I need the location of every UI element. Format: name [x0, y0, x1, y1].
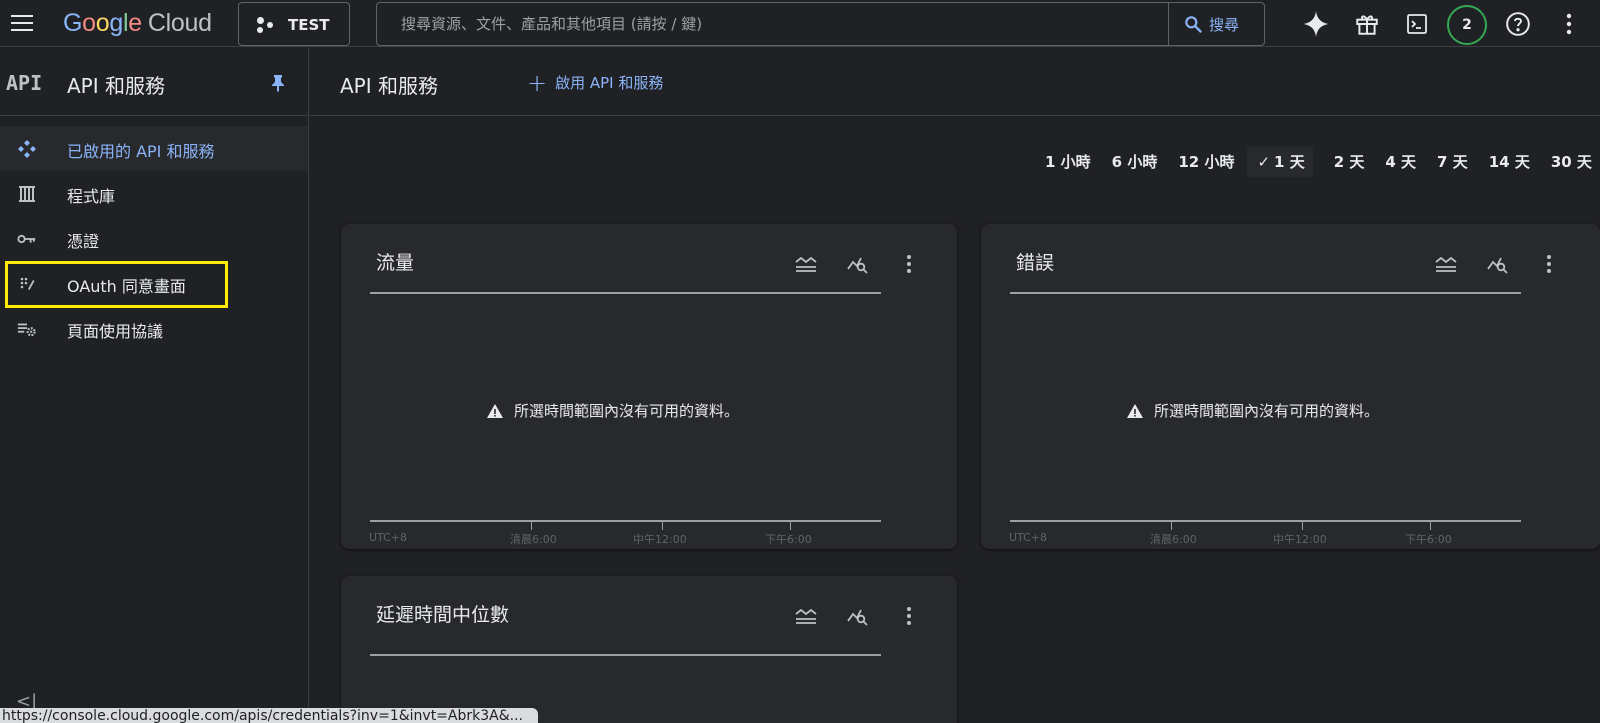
range-option[interactable]: 14 天 [1489, 147, 1530, 177]
sidebar: API API 和服務 已啟用的 API 和服務 程式庫 憑證 OAuth 同意… [0, 48, 309, 723]
axis-label: UTC+8 [1009, 531, 1048, 544]
axis-tick [662, 522, 663, 530]
divider [370, 292, 881, 294]
errors-card: 錯誤 所選時間範圍內沒有可用的資料。 UTC+8 清晨6:00 中午12:00 … [981, 224, 1600, 549]
gemini-sparkle-icon[interactable] [1302, 10, 1330, 38]
pin-icon[interactable] [270, 74, 286, 96]
highlight-box [5, 261, 228, 308]
status-bar-url: https://console.cloud.google.com/apis/cr… [0, 708, 538, 723]
legend-icon[interactable] [1434, 252, 1458, 276]
range-option[interactable]: 12 小時 [1178, 147, 1234, 177]
sidebar-item-label: 程式庫 [67, 187, 116, 206]
time-range-selector: 1 小時 6 小時 12 小時 ✓ 1 天 2 天 4 天 7 天 14 天 30… [1045, 147, 1600, 177]
sidebar-item-library[interactable]: 程式庫 [0, 171, 308, 216]
legend-icon[interactable] [794, 604, 818, 628]
enabled-apis-icon [17, 139, 37, 159]
help-icon[interactable] [1504, 10, 1532, 38]
legend-icon[interactable] [794, 252, 818, 276]
traffic-card: 流量 所選時間範圍內沒有可用的資料。 UTC+8 清晨6:00 中午12:00 … [341, 224, 957, 549]
explore-metrics-icon[interactable] [846, 604, 870, 628]
search-icon [1185, 16, 1202, 33]
range-option[interactable]: 4 天 [1385, 147, 1416, 177]
plus-icon: + [527, 68, 548, 97]
more-options-icon[interactable] [1537, 252, 1561, 276]
axis-tick [1430, 522, 1431, 530]
range-option[interactable]: 7 天 [1437, 147, 1468, 177]
warning-icon [487, 403, 503, 418]
enable-apis-button[interactable]: + 啟用 API 和服務 [527, 68, 664, 97]
range-option[interactable]: 30 天 [1551, 147, 1592, 177]
search-button[interactable]: 搜尋 [1168, 3, 1265, 45]
notifications-badge[interactable]: 2 [1447, 5, 1487, 45]
more-options-icon[interactable] [1555, 10, 1583, 38]
axis-label: 中午12:00 [633, 533, 687, 546]
sidebar-item-credentials[interactable]: 憑證 [0, 216, 308, 261]
axis-label: UTC+8 [369, 531, 408, 544]
cloud-shell-terminal-icon[interactable] [1403, 10, 1431, 38]
page-header: API 和服務 + 啟用 API 和服務 [310, 48, 1600, 116]
search-input[interactable] [377, 3, 1167, 45]
no-data-message: 所選時間範圍內沒有可用的資料。 [486, 400, 739, 421]
divider [1010, 292, 1521, 294]
axis-label: 下午6:00 [1405, 533, 1452, 546]
axis-tick [790, 522, 791, 530]
project-icon [257, 17, 277, 33]
sidebar-item-label: 已啟用的 API 和服務 [67, 142, 215, 161]
axis-label: 中午12:00 [1273, 533, 1327, 546]
axis-tick [1302, 522, 1303, 530]
axis-label: 下午6:00 [765, 533, 812, 546]
search-bar: 搜尋 [376, 2, 1265, 46]
page-agreements-icon [17, 319, 37, 339]
card-title: 錯誤 [1016, 252, 1055, 274]
card-title: 流量 [376, 252, 415, 274]
x-axis [370, 520, 881, 522]
range-option[interactable]: 2 天 [1334, 147, 1365, 177]
api-logo-icon: API [6, 71, 43, 95]
latency-card: 延遲時間中位數 [341, 576, 957, 723]
explore-metrics-icon[interactable] [846, 252, 870, 276]
sidebar-item-label: 頁面使用協議 [67, 322, 164, 341]
range-option-selected[interactable]: ✓ 1 天 [1247, 147, 1313, 177]
page-title: API 和服務 [340, 74, 438, 98]
x-axis [1010, 520, 1521, 522]
google-cloud-logo[interactable]: Google Cloud [63, 9, 212, 38]
enable-apis-label: 啟用 API 和服務 [555, 74, 664, 92]
search-button-label: 搜尋 [1209, 15, 1240, 34]
range-option[interactable]: 6 小時 [1112, 147, 1158, 177]
range-option[interactable]: 1 小時 [1045, 147, 1091, 177]
sidebar-item-page-agreements[interactable]: 頁面使用協議 [0, 306, 308, 351]
check-icon: ✓ [1257, 153, 1271, 171]
warning-icon [1127, 403, 1143, 418]
sidebar-item-label: 憑證 [67, 232, 100, 251]
top-app-bar: GoogleCloud TEST 搜尋 2 [0, 0, 1600, 47]
more-options-icon[interactable] [897, 252, 921, 276]
project-name: TEST [288, 16, 330, 34]
gift-icon[interactable] [1353, 10, 1381, 38]
library-icon [17, 184, 37, 204]
sidebar-item-enabled-apis[interactable]: 已啟用的 API 和服務 [0, 126, 308, 171]
more-options-icon[interactable] [897, 604, 921, 628]
axis-label: 清晨6:00 [1150, 533, 1197, 546]
axis-tick [1171, 522, 1172, 530]
axis-label: 清晨6:00 [510, 533, 557, 546]
sidebar-header: API API 和服務 [0, 48, 308, 116]
explore-metrics-icon[interactable] [1486, 252, 1510, 276]
project-picker-button[interactable]: TEST [238, 2, 350, 46]
axis-tick [531, 522, 532, 530]
no-data-message: 所選時間範圍內沒有可用的資料。 [1126, 400, 1379, 421]
card-title: 延遲時間中位數 [376, 604, 510, 626]
main-menu-icon[interactable] [9, 11, 35, 35]
key-icon [17, 229, 37, 249]
sidebar-title: API 和服務 [67, 74, 165, 98]
divider [370, 654, 881, 656]
